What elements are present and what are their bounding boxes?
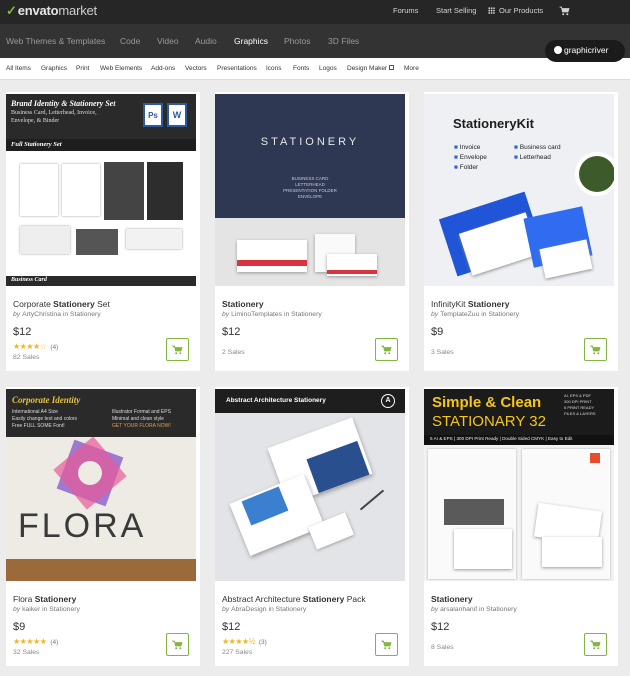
product-price: $9: [431, 326, 444, 338]
rating-stars: ★★★★★ (4): [13, 637, 59, 646]
category-graphics[interactable]: Graphics: [234, 36, 268, 46]
add-to-cart-button[interactable]: [584, 338, 607, 361]
product-author: by LiminoTemplates in Stationery: [222, 311, 322, 318]
product-price: $12: [431, 621, 450, 633]
sales-count: 2 Sales: [222, 349, 245, 356]
product-author: by ArtyChristina in Stationery: [13, 311, 101, 318]
product-thumbnail[interactable]: STATIONERY BUSINESS CARD LETTERHEAD PRES…: [215, 94, 405, 286]
product-author: by AbraDesign in Stationery: [222, 606, 307, 613]
category-video[interactable]: Video: [157, 36, 179, 46]
subcategory-more[interactable]: More: [404, 65, 419, 72]
sales-count: 8 Sales: [431, 644, 454, 651]
add-to-cart-button[interactable]: [584, 633, 607, 656]
sales-count: 227 Sales: [222, 649, 253, 656]
sales-count: 82 Sales: [13, 354, 40, 361]
product-card[interactable]: Simple & Clean STATIONARY 32 AI, EPS & P…: [424, 387, 618, 666]
cart-icon: [172, 640, 183, 650]
add-to-cart-button[interactable]: [166, 633, 189, 656]
add-to-cart-button[interactable]: [375, 633, 398, 656]
add-to-cart-button[interactable]: [375, 338, 398, 361]
subcategory-logos[interactable]: Logos: [319, 65, 337, 72]
envato-market-logo[interactable]: ✓envatomarket: [6, 3, 97, 19]
subcategory-fonts[interactable]: Fonts: [293, 65, 309, 72]
product-title[interactable]: InfinityKit Stationery: [431, 299, 611, 309]
product-card[interactable]: StationeryKit ■ Invoice ■ Business card …: [424, 92, 618, 371]
add-to-cart-button[interactable]: [166, 338, 189, 361]
product-card[interactable]: Brand Identity & Stationery Set Business…: [6, 92, 200, 371]
cart-icon: [381, 640, 392, 650]
cart-icon[interactable]: [559, 6, 570, 16]
graphicriver-logo-icon: [554, 46, 562, 54]
subcategory-presentations[interactable]: Presentations: [217, 65, 257, 72]
product-card[interactable]: STATIONERY BUSINESS CARD LETTERHEAD PRES…: [215, 92, 409, 371]
product-title[interactable]: Corporate Stationery Set: [13, 299, 193, 309]
subcategory-icons[interactable]: Icons: [266, 65, 282, 72]
top-bar: ✓envatomarket Forums Start Selling Our P…: [0, 0, 630, 24]
subcategory-add-ons[interactable]: Add-ons: [151, 65, 175, 72]
product-price: $9: [13, 621, 26, 633]
product-thumbnail[interactable]: Brand Identity & Stationery Set Business…: [6, 94, 196, 286]
sales-count: 3 Sales: [431, 349, 454, 356]
photoshop-icon: Ps: [143, 103, 163, 127]
brand-mark-icon: A: [381, 394, 395, 408]
subcategory-design-maker[interactable]: Design Maker: [347, 65, 395, 72]
product-card[interactable]: Corporate Identity International A4 Size…: [6, 387, 200, 666]
grid-icon: [488, 7, 495, 14]
external-link-icon: [389, 65, 395, 70]
subcategory-web-elements[interactable]: Web Elements: [100, 65, 142, 72]
category-audio[interactable]: Audio: [195, 36, 217, 46]
product-price: $12: [13, 326, 32, 338]
word-icon: W: [167, 103, 187, 127]
product-author: by arsalanhanif in Stationery: [431, 606, 517, 613]
cart-icon: [590, 640, 601, 650]
product-thumbnail[interactable]: Simple & Clean STATIONARY 32 AI, EPS & P…: [424, 389, 614, 581]
cart-icon: [590, 345, 601, 355]
subcategory-bar: All Items Graphics Print Web Elements Ad…: [0, 58, 630, 80]
product-author: by TemplateZuu in Stationery: [431, 311, 520, 318]
subcategory-all-items[interactable]: All Items: [6, 65, 31, 72]
product-thumbnail[interactable]: StationeryKit ■ Invoice ■ Business card …: [424, 94, 614, 286]
cart-icon: [172, 345, 183, 355]
category-web-themes[interactable]: Web Themes & Templates: [6, 36, 105, 46]
nav-forums[interactable]: Forums: [393, 6, 418, 15]
subcategory-vectors[interactable]: Vectors: [185, 65, 207, 72]
category-bar: Web Themes & Templates Code Video Audio …: [0, 24, 630, 58]
nav-start-selling[interactable]: Start Selling: [436, 6, 476, 15]
product-card[interactable]: Abstract Architecture Stationery A Abstr…: [215, 387, 409, 666]
product-thumbnail[interactable]: Corporate Identity International A4 Size…: [6, 389, 196, 581]
sales-count: 32 Sales: [13, 649, 40, 656]
category-photos[interactable]: Photos: [284, 36, 310, 46]
product-author: by kaiker in Stationery: [13, 606, 80, 613]
product-title[interactable]: Flora Stationery: [13, 594, 193, 604]
rating-stars: ★★★★☆ (4): [13, 342, 59, 351]
product-title[interactable]: Stationery: [222, 299, 402, 309]
product-price: $12: [222, 326, 241, 338]
product-thumbnail[interactable]: Abstract Architecture Stationery A: [215, 389, 405, 581]
cart-icon: [381, 345, 392, 355]
category-code[interactable]: Code: [120, 36, 140, 46]
product-title[interactable]: Stationery: [431, 594, 611, 604]
subcategory-print[interactable]: Print: [76, 65, 89, 72]
nav-our-products[interactable]: Our Products: [488, 6, 543, 15]
category-3d-files[interactable]: 3D Files: [328, 36, 359, 46]
subcategory-graphics[interactable]: Graphics: [41, 65, 67, 72]
product-price: $12: [222, 621, 241, 633]
rating-stars: ★★★★½ (3): [222, 637, 267, 646]
envato-leaf-icon: ✓: [6, 3, 17, 18]
graphicriver-badge[interactable]: graphicriver: [545, 40, 625, 62]
product-title[interactable]: Abstract Architecture Stationery Pack: [222, 594, 402, 604]
